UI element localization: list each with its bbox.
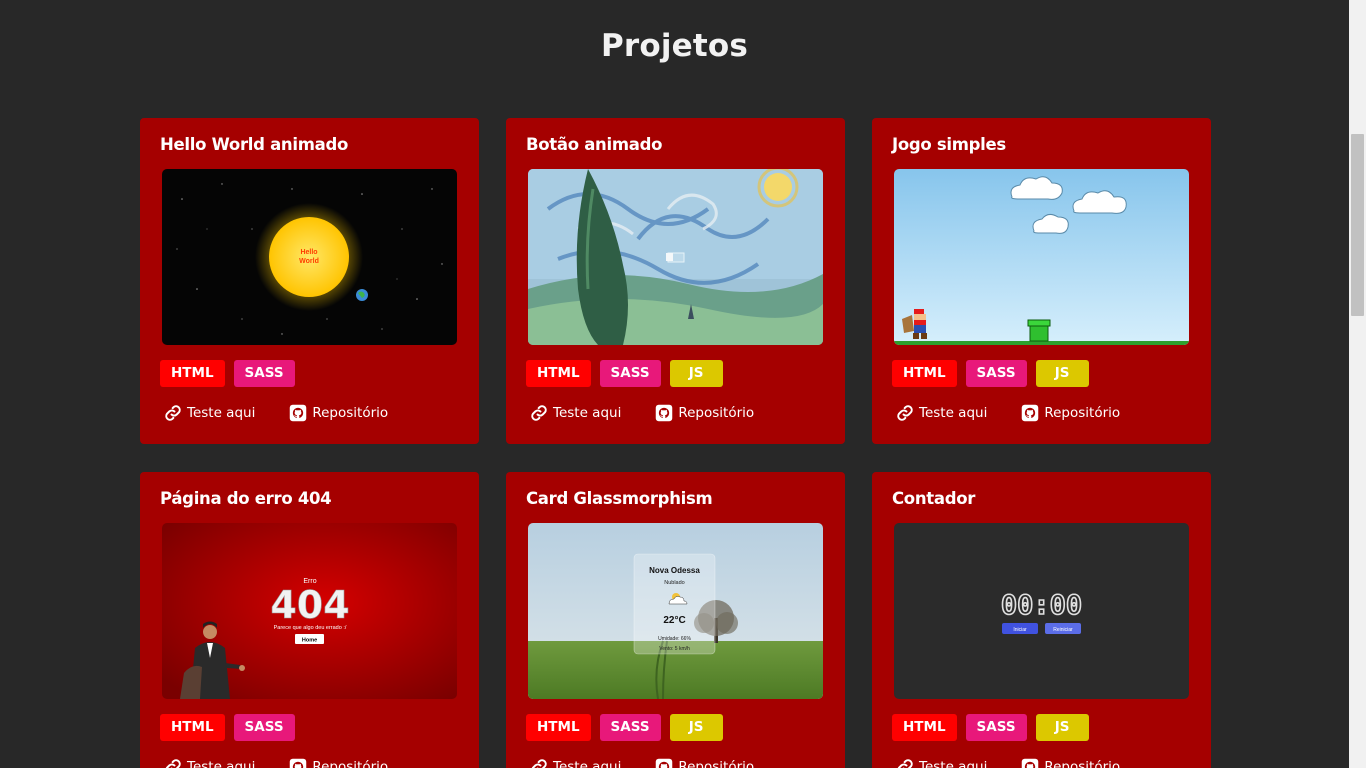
project-preview-image: 00:00 Iniciar Reiniciar <box>894 523 1189 699</box>
counter-start: Iniciar <box>1013 627 1027 633</box>
glass-temp: 22°C <box>663 615 685 626</box>
repo-link[interactable]: Repositório <box>289 758 388 768</box>
project-card: Hello World animado Hello World HTML SAS… <box>140 118 479 444</box>
card-links: Teste aqui Repositório <box>896 404 1120 422</box>
repo-link[interactable]: Repositório <box>1021 404 1120 422</box>
github-icon <box>656 758 673 768</box>
test-link[interactable]: Teste aqui <box>164 404 255 422</box>
tag-html: HTML <box>526 714 591 741</box>
tech-tags: HTML SASS JS <box>892 360 1089 387</box>
counter-reset: Reiniciar <box>1053 627 1073 633</box>
link-icon <box>531 405 547 421</box>
project-preview-image: Erro 404 Parece que algo deu errado :/ H… <box>162 523 457 699</box>
error-message: Parece que algo deu errado :/ <box>274 625 347 631</box>
glass-humidity: Umidade: 66% <box>658 636 691 642</box>
github-icon <box>1022 758 1039 768</box>
page-title: Projetos <box>600 28 749 64</box>
repo-link-label: Repositório <box>312 759 389 768</box>
project-preview-image: Nova Odessa Nublado 22°C Umidade: 66% Ve… <box>528 523 823 699</box>
repo-link[interactable]: Repositório <box>289 404 388 422</box>
tag-html: HTML <box>892 714 957 741</box>
project-card: Card Glassmorphism Nova Odessa Nublado 2… <box>506 472 845 768</box>
link-icon <box>531 759 547 768</box>
glass-condition: Nublado <box>664 580 685 586</box>
tag-html: HTML <box>160 360 225 387</box>
test-link[interactable]: Teste aqui <box>530 758 621 768</box>
tech-tags: HTML SASS <box>160 714 295 741</box>
tag-html: HTML <box>160 714 225 741</box>
project-preview-image <box>528 169 823 345</box>
counter-time: 00:00 <box>1001 590 1082 621</box>
link-icon <box>165 405 181 421</box>
test-link-label: Teste aqui <box>553 405 622 421</box>
test-link[interactable]: Teste aqui <box>896 404 987 422</box>
card-title: Hello World animado <box>160 135 348 154</box>
tag-js: JS <box>1035 360 1089 387</box>
tag-sass: SASS <box>599 360 661 387</box>
test-link[interactable]: Teste aqui <box>530 404 621 422</box>
tag-js: JS <box>1035 714 1089 741</box>
project-card: Contador 00:00 Iniciar Reiniciar HTML SA… <box>872 472 1211 768</box>
tag-html: HTML <box>892 360 957 387</box>
tag-sass: SASS <box>233 714 295 741</box>
glass-wind: Vento: 5 km/h <box>659 646 690 652</box>
repo-link-label: Repositório <box>678 759 755 768</box>
test-link-label: Teste aqui <box>187 405 256 421</box>
card-links: Teste aqui Repositório <box>896 758 1120 768</box>
test-link[interactable]: Teste aqui <box>164 758 255 768</box>
test-link-label: Teste aqui <box>553 759 622 768</box>
repo-link[interactable]: Repositório <box>1021 758 1120 768</box>
tag-html: HTML <box>526 360 591 387</box>
glass-city: Nova Odessa <box>649 566 700 575</box>
link-icon <box>165 759 181 768</box>
test-link-label: Teste aqui <box>919 405 988 421</box>
home-button-preview: Home <box>302 638 317 644</box>
card-title: Jogo simples <box>892 135 1006 154</box>
project-card: Jogo simples HTML SASS JS Teste aqui Rep… <box>872 118 1211 444</box>
card-title: Página do erro 404 <box>160 489 332 508</box>
test-link-label: Teste aqui <box>919 759 988 768</box>
project-card: Botão animado HTML SASS JS Teste aqui Re… <box>506 118 845 444</box>
tag-sass: SASS <box>599 714 661 741</box>
repo-link-label: Repositório <box>1044 405 1121 421</box>
sun-text-2: World <box>299 258 319 265</box>
test-link[interactable]: Teste aqui <box>896 758 987 768</box>
tag-sass: SASS <box>965 714 1027 741</box>
card-links: Teste aqui Repositório <box>530 758 754 768</box>
tag-js: JS <box>669 360 723 387</box>
project-card: Página do erro 404 Erro 404 Parece que a… <box>140 472 479 768</box>
tag-sass: SASS <box>965 360 1027 387</box>
link-icon <box>897 759 913 768</box>
tech-tags: HTML SASS JS <box>526 714 723 741</box>
tech-tags: HTML SASS <box>160 360 295 387</box>
vertical-scrollbar[interactable] <box>1349 0 1366 768</box>
card-links: Teste aqui Repositório <box>530 404 754 422</box>
sun-text-1: Hello <box>300 249 317 256</box>
card-links: Teste aqui Repositório <box>164 404 388 422</box>
tag-js: JS <box>669 714 723 741</box>
project-preview-image <box>894 169 1189 345</box>
card-title: Card Glassmorphism <box>526 489 713 508</box>
error-code: 404 <box>270 583 349 627</box>
github-icon <box>1022 404 1039 422</box>
card-title: Botão animado <box>526 135 663 154</box>
github-icon <box>290 404 307 422</box>
repo-link[interactable]: Repositório <box>655 404 754 422</box>
scrollbar-thumb[interactable] <box>1351 134 1364 316</box>
tech-tags: HTML SASS JS <box>892 714 1089 741</box>
tech-tags: HTML SASS JS <box>526 360 723 387</box>
repo-link-label: Repositório <box>678 405 755 421</box>
project-preview-image: Hello World <box>162 169 457 345</box>
link-icon <box>897 405 913 421</box>
card-title: Contador <box>892 489 976 508</box>
tag-sass: SASS <box>233 360 295 387</box>
repo-link-label: Repositório <box>1044 759 1121 768</box>
test-link-label: Teste aqui <box>187 759 256 768</box>
github-icon <box>290 758 307 768</box>
repo-link[interactable]: Repositório <box>655 758 754 768</box>
github-icon <box>656 404 673 422</box>
card-links: Teste aqui Repositório <box>164 758 388 768</box>
repo-link-label: Repositório <box>312 405 389 421</box>
projects-grid: Hello World animado Hello World HTML SAS… <box>140 118 1211 768</box>
